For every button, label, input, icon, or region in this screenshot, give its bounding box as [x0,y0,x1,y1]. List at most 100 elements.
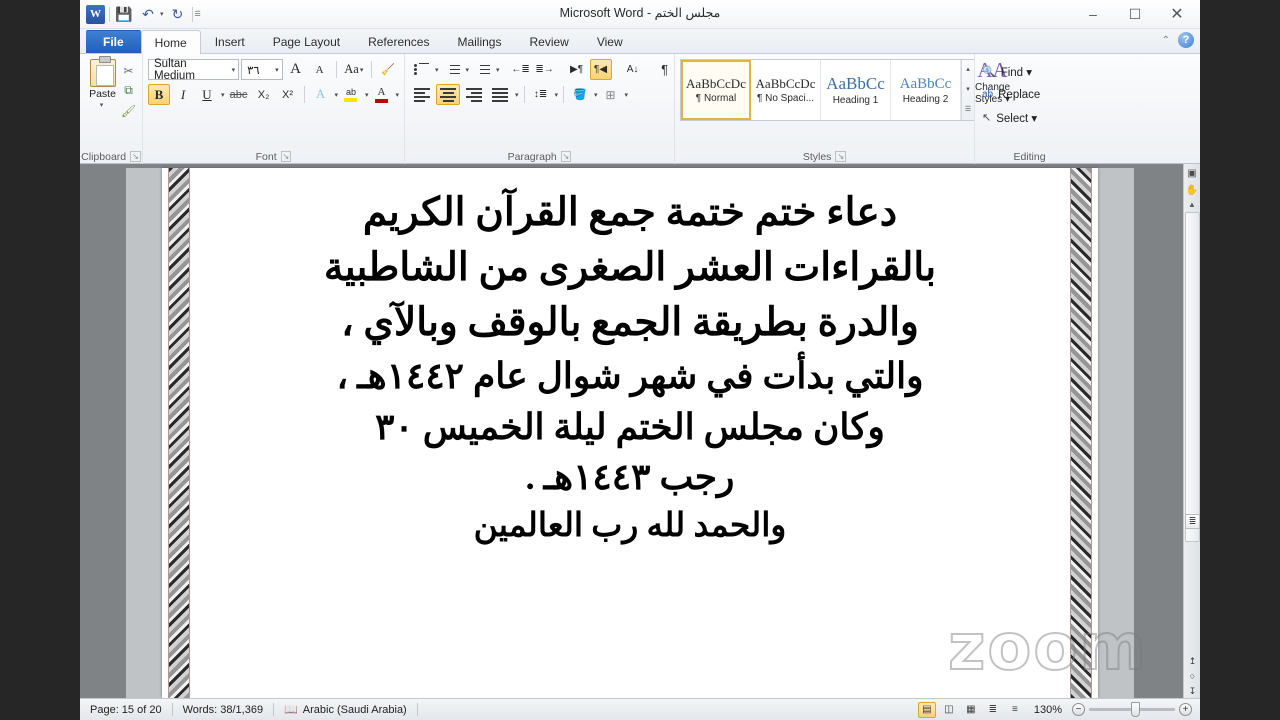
grow-font-icon[interactable]: A [285,59,307,80]
status-words[interactable]: Words: 38/1,369 [173,699,274,720]
highlight-caret-icon[interactable]: ▾ [365,91,369,99]
collapse-ribbon-icon[interactable]: ⌃ [1162,35,1170,46]
bold-button[interactable]: B [148,84,170,105]
status-page[interactable]: Page: 15 of 20 [80,699,172,720]
view-ruler-icon[interactable]: ▣ [1185,166,1200,181]
tab-insert[interactable]: Insert [201,29,259,53]
font-size-caret-icon[interactable]: ▾ [275,66,279,74]
font-dialog-launcher[interactable]: ↘ [280,151,292,162]
zoom-slider-track[interactable] [1089,702,1175,717]
view-full-screen-reading-button[interactable]: ◫ [940,702,958,718]
multilevel-caret-icon[interactable]: ▾ [496,66,500,74]
scroll-up-arrow-icon[interactable]: ▲ [1188,200,1196,209]
clipboard-dialog-launcher[interactable]: ↘ [130,151,141,162]
view-web-layout-button[interactable]: ▦ [962,702,980,718]
previous-page-icon[interactable]: ↥ [1189,656,1197,666]
shading-icon[interactable]: 🪣 [569,84,591,105]
ltr-text-direction-icon[interactable]: ▶¶ [566,59,588,80]
subscript-button[interactable]: X₂ [253,84,275,105]
styles-dialog-launcher[interactable]: ↘ [835,151,847,162]
maximize-button[interactable]: ☐ [1114,0,1156,28]
tab-page-layout[interactable]: Page Layout [259,29,354,53]
numbering-icon[interactable] [441,59,463,80]
hand-pan-icon[interactable]: ✋ [1185,183,1200,198]
align-right-button[interactable] [462,84,486,105]
align-left-button[interactable] [410,84,434,105]
zoom-out-button[interactable]: − [1072,703,1085,716]
tab-references[interactable]: References [354,29,443,53]
shading-caret-icon[interactable]: ▾ [594,91,598,99]
zoom-level-value[interactable]: 130% [1028,704,1068,716]
align-center-button[interactable] [436,84,460,105]
strikethrough-button[interactable]: abc [227,84,251,105]
close-button[interactable]: ✕ [1156,0,1198,28]
font-size-combo[interactable]: ▾ ٣٦ [241,59,283,80]
next-page-icon[interactable]: ↧ [1189,686,1197,696]
tab-review[interactable]: Review [515,29,582,53]
paste-button[interactable]: Paste ▾ [85,56,120,109]
replace-button[interactable]: ab Replace [980,84,1040,105]
bullets-caret-icon[interactable]: ▾ [435,66,439,74]
vertical-scrollbar[interactable]: ▣ ✋ ▲ ≣ ↥ ○ ↧ [1183,164,1200,698]
view-outline-button[interactable]: ≣ [984,702,1002,718]
font-color-caret-icon[interactable]: ▾ [395,91,399,99]
underline-caret-icon[interactable]: ▾ [221,91,225,99]
justify-button[interactable] [488,84,512,105]
style-normal[interactable]: AaBbCcDc ¶ Normal [681,60,751,120]
view-print-layout-button[interactable]: ▤ [917,701,936,718]
increase-indent-icon[interactable]: ≣→ [534,59,556,80]
zoom-slider-thumb[interactable] [1131,702,1140,717]
tab-home[interactable]: Home [140,30,201,54]
tab-mailings[interactable]: Mailings [443,29,515,53]
paragraph-dialog-launcher[interactable]: ↘ [560,151,572,162]
borders-caret-icon[interactable]: ▾ [625,91,629,99]
font-name-combo[interactable]: Sultan Medium ▾ [148,58,240,82]
status-language[interactable]: 📖 Arabic (Saudi Arabia) [274,699,417,720]
clear-formatting-icon[interactable]: 🧹 [377,59,399,80]
line-spacing-icon[interactable]: ↕≣ [530,84,552,105]
style-heading-1[interactable]: AaBbCс Heading 1 [821,60,891,120]
style-heading-2[interactable]: AaBbCc Heading 2 [891,60,961,120]
underline-button[interactable]: U [196,84,218,105]
show-formatting-marks-icon[interactable]: ¶ [654,59,676,80]
zoom-in-button[interactable]: + [1179,703,1192,716]
highlight-color-icon[interactable]: ab [340,84,362,105]
select-button[interactable]: ↖ Select ▾ [980,107,1040,128]
document-text[interactable]: دعاء ختم ختمة جمع القرآن الكريم بالقراءا… [202,186,1058,550]
select-browse-object-icon[interactable]: ≣ [1185,514,1200,529]
format-painter-icon[interactable]: 🖌 [120,102,137,119]
scrollbar-thumb[interactable] [1185,212,1200,542]
paste-caret-icon[interactable]: ▾ [100,101,104,109]
find-button[interactable]: 🔍 Find ▾ [980,61,1040,82]
styles-scroll-up-icon[interactable]: ▴ [962,60,974,80]
minimize-button[interactable]: – [1072,0,1114,28]
bullets-icon[interactable] [410,59,432,80]
copy-icon[interactable]: ⧉ [120,82,137,99]
text-effects-caret-icon[interactable]: ▾ [334,91,338,99]
view-draft-button[interactable]: ≡ [1006,702,1024,718]
rtl-text-direction-icon[interactable]: ¶◀ [589,59,612,80]
shrink-font-icon[interactable]: A [309,59,331,80]
justify-caret-icon[interactable]: ▾ [515,91,519,99]
styles-scroll-down-icon[interactable]: ▾ [962,80,974,100]
browse-object-icon[interactable]: ○ [1190,671,1195,681]
font-name-caret-icon[interactable]: ▾ [232,66,236,74]
help-icon[interactable]: ? [1178,32,1194,48]
line-spacing-caret-icon[interactable]: ▾ [555,91,559,99]
styles-more-icon[interactable]: ☰ [962,100,974,120]
numbering-caret-icon[interactable]: ▾ [466,66,470,74]
italic-button[interactable]: I [172,84,194,105]
superscript-button[interactable]: X² [277,84,299,105]
sort-icon[interactable]: A↓ [622,59,644,80]
style-no-spacing[interactable]: AaBbCcDc ¶ No Spaci... [751,60,821,120]
tab-view[interactable]: View [583,29,637,53]
decrease-indent-icon[interactable]: ←≣ [510,59,532,80]
cut-icon[interactable]: ✂ [120,62,137,79]
multilevel-list-icon[interactable] [471,59,493,80]
font-color-icon[interactable]: A [370,84,392,105]
tab-file[interactable]: File [86,30,141,53]
change-case-icon[interactable]: Aa ▾ [341,59,366,80]
document-page[interactable]: دعاء ختم ختمة جمع القرآن الكريم بالقراءا… [162,168,1098,698]
text-effects-icon[interactable]: A [309,84,331,105]
change-case-caret-icon[interactable]: ▾ [360,66,364,74]
